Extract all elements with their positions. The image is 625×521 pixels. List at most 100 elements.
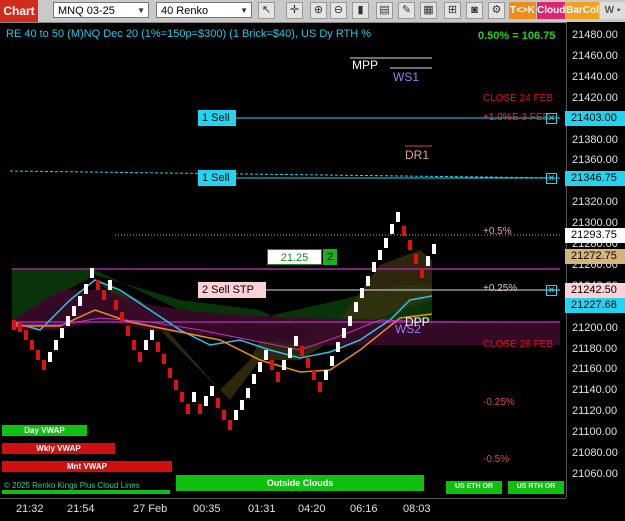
position-qty[interactable]: 2: [323, 249, 337, 265]
time-axis-label: 21:32: [16, 503, 44, 515]
pointer-icon[interactable]: ↖: [258, 2, 275, 19]
w-label: W: [604, 5, 615, 16]
renko-brick-down: [18, 322, 22, 332]
renko-brick-down: [126, 326, 130, 336]
price-axis-label: 21420.00: [572, 91, 618, 104]
renko-brick-up: [354, 302, 358, 312]
renko-brick-up: [282, 360, 286, 370]
renko-brick-up: [90, 268, 94, 278]
renko-brick-down: [12, 320, 16, 330]
renko-brick-down: [120, 312, 124, 322]
renko-brick-down: [216, 398, 220, 408]
renko-brick-up: [336, 342, 340, 352]
properties-icon[interactable]: ▤: [376, 2, 393, 19]
renko-brick-up: [372, 262, 376, 272]
renko-brick-up: [78, 296, 82, 306]
renko-brick-down: [162, 354, 166, 364]
close-3feb-label: E 3 FEB: [512, 112, 550, 123]
renko-brick-up: [150, 330, 154, 340]
renko-brick-up: [240, 400, 244, 410]
renko-brick-up: [396, 212, 400, 222]
renko-brick-down: [96, 280, 100, 290]
renko-brick-down: [138, 352, 142, 362]
renko-brick-up: [360, 288, 364, 298]
time-axis-label: 01:31: [248, 503, 276, 515]
bar-type-icon[interactable]: ▮: [352, 2, 369, 19]
chevron-down-icon: ▼: [137, 6, 145, 15]
close-icon[interactable]: ✕: [546, 285, 557, 296]
renko-brick-up: [366, 276, 370, 286]
price-axis-label: 21480.00: [572, 29, 618, 41]
renko-brick-up: [252, 374, 256, 384]
renko-brick-up: [54, 340, 58, 350]
interval-selector[interactable]: 40 Renko ▼: [156, 2, 252, 18]
mid-price-tag: 21272.75: [565, 249, 625, 264]
zoom-out-icon[interactable]: ⊖: [330, 2, 347, 19]
renko-brick-down: [228, 420, 232, 430]
price-axis-label: 21320.00: [572, 196, 618, 209]
zoom-in-icon[interactable]: ⊕: [310, 2, 327, 19]
neg-05-label: -0.5%: [483, 454, 510, 465]
time-axis-label: 00:35: [193, 503, 221, 515]
stp-price-tag: 21242.50: [565, 283, 625, 298]
renko-brick-up: [84, 284, 88, 294]
renko-brick-up: [108, 280, 112, 290]
barcol-toggle[interactable]: BarCol: [566, 2, 599, 19]
renko-brick-down: [198, 404, 202, 414]
cloud-toggle[interactable]: Cloud: [537, 2, 565, 19]
renko-brick-up: [378, 250, 382, 260]
time-axis-label: 08:03: [403, 503, 431, 515]
settings-icon[interactable]: ⚙: [488, 2, 505, 19]
tk-toggle[interactable]: T<>K: [509, 2, 536, 19]
renko-brick-down: [30, 340, 34, 350]
pct-025-label: +0.25%: [483, 283, 518, 294]
renko-brick-up: [234, 410, 238, 420]
renko-brick-up: [342, 328, 346, 338]
chart-tab[interactable]: Chart: [0, 0, 38, 22]
price-axis-label: 21380.00: [572, 133, 618, 146]
dr1-label: DR1: [405, 148, 430, 162]
renko-brick-down: [114, 300, 118, 310]
camera-icon[interactable]: ◙: [466, 2, 483, 19]
close-26feb-label: CLOSE 26 FEB: [483, 339, 554, 350]
renko-brick-down: [24, 330, 28, 340]
renko-brick-down: [42, 360, 46, 370]
w-toggle[interactable]: W ▪: [600, 2, 625, 19]
close-24feb-label: CLOSE 24 FEB: [483, 93, 554, 104]
grid-icon[interactable]: ⊞: [444, 2, 461, 19]
chevron-down-icon: ▼: [240, 6, 248, 15]
sell-lmt-price-tag-1: 21403.00: [565, 111, 625, 126]
price-axis-label: 21080.00: [572, 447, 618, 459]
sell-lmt-order-1[interactable]: 1 Sell LMT: [198, 110, 236, 140]
crosshair-icon[interactable]: ✛: [286, 2, 303, 19]
renko-brick-up: [324, 370, 328, 380]
renko-brick-up: [390, 224, 394, 234]
renko-brick-up: [432, 244, 436, 254]
renko-brick-up: [204, 396, 208, 406]
draw-icon[interactable]: ✎: [398, 2, 415, 19]
us-rth-or-bar: US RTH OR: [508, 481, 564, 494]
time-axis-label: 06:16: [350, 503, 378, 515]
close-icon[interactable]: ✕: [546, 113, 557, 124]
price-axis-label: 21160.00: [572, 363, 618, 376]
print-icon[interactable]: ▦: [420, 2, 437, 19]
renko-brick-up: [72, 306, 76, 316]
renko-brick-down: [408, 240, 412, 250]
percent-readout: 0.50% = 106.75: [478, 30, 556, 42]
renko-brick-down: [36, 350, 40, 360]
close-icon[interactable]: ✕: [546, 173, 557, 184]
renko-brick-up: [48, 352, 52, 362]
sell-stp-order[interactable]: 2 Sell STP: [198, 282, 266, 298]
renko-brick-down: [174, 380, 178, 390]
instrument-selector[interactable]: MNQ 03-25 ▼: [53, 2, 149, 18]
renko-brick-up: [384, 238, 388, 248]
renko-brick-down: [300, 346, 304, 356]
renko-brick-up: [264, 350, 268, 360]
renko-brick-up: [66, 316, 70, 326]
renko-brick-down: [186, 404, 190, 414]
renko-brick-down: [222, 410, 226, 420]
pct-05-label: +0.5%: [483, 226, 512, 237]
sell-lmt-order-2[interactable]: 1 Sell LMT: [198, 170, 236, 200]
interval-value: 40 Renko: [161, 5, 209, 17]
position-price[interactable]: 21.25: [267, 249, 322, 265]
